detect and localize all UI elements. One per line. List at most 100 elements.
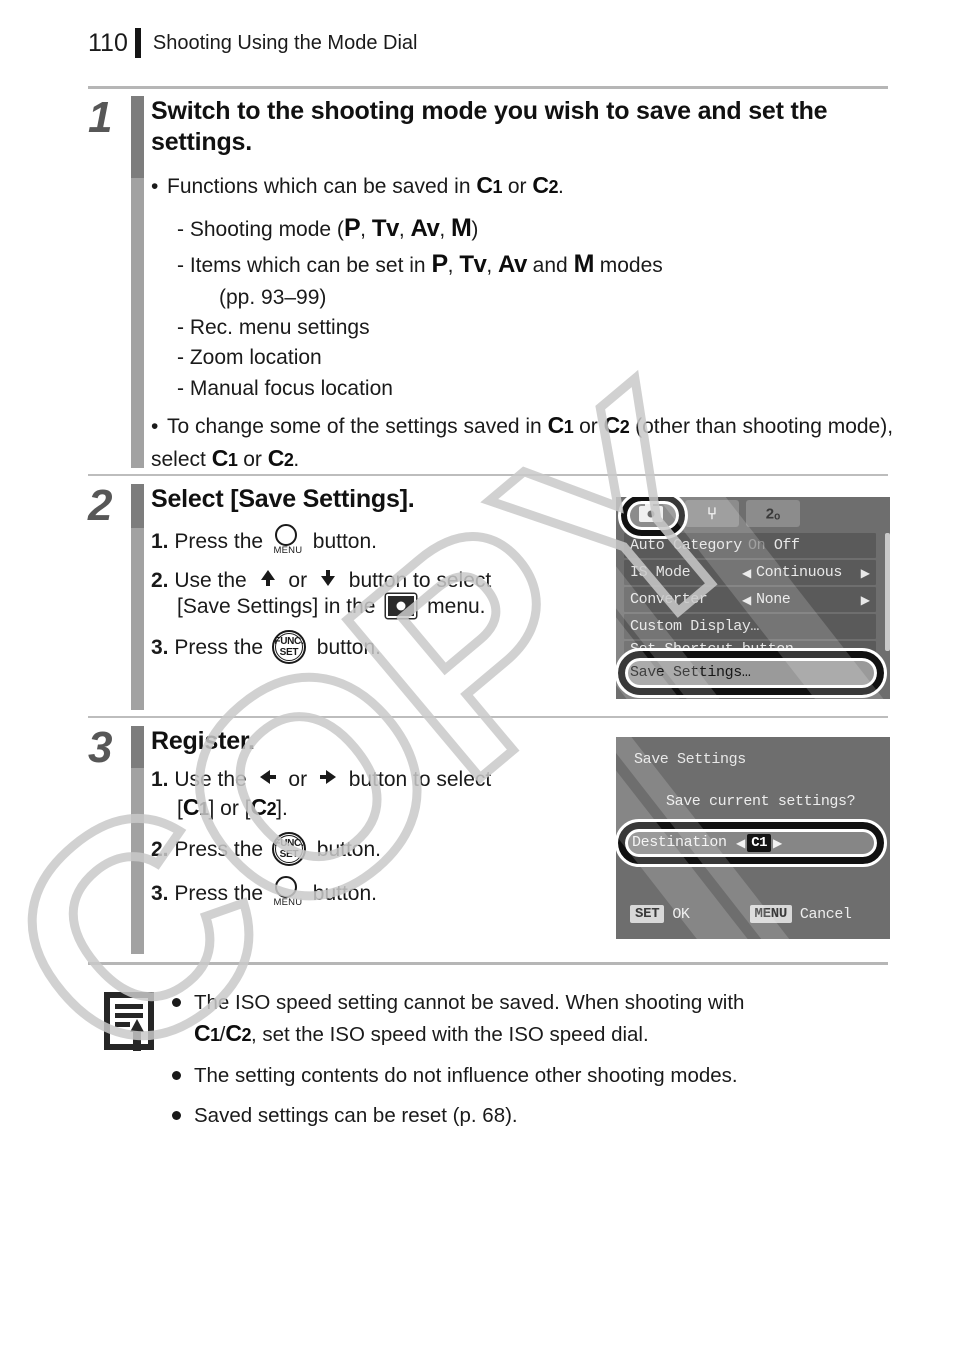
mode-av-glyph-2: Av (498, 251, 527, 279)
page-number: 110 (88, 28, 128, 57)
mode-c2-glyph: C2 (532, 172, 559, 198)
step-1-bar (131, 96, 144, 468)
dash-1-pre: Shooting mode ( (189, 217, 344, 241)
sub-3-post: button. (316, 636, 381, 660)
note-item-2: The setting contents do not influence ot… (170, 1061, 894, 1090)
arrow-left-icon (259, 769, 276, 784)
menu-button-icon: MENU (271, 523, 305, 558)
func-set-button-icon-2: FUNC. SET (271, 831, 309, 867)
menu-icon-label: MENU (273, 897, 303, 909)
dash-2-pre: Items which can be set in (189, 254, 426, 278)
func-set-button-icon: FUNC. SET (271, 629, 309, 665)
sub-1-pre: Use the (174, 767, 247, 791)
comma-1: , (360, 217, 366, 241)
arrow-right-icon (319, 769, 336, 784)
manual-page: 110 Shooting Using the Mode Dial 1 Switc… (0, 0, 954, 1345)
sub-2-cont-a: [Save Settings] in the (177, 594, 376, 618)
mode-c1-glyph: C1 (476, 172, 502, 198)
bullet-2-or: or (579, 414, 598, 438)
sub-1-bracket-mid: ] or [ (208, 796, 251, 820)
header-divider-bar (134, 28, 141, 58)
step-2-number: 2 (88, 481, 113, 530)
bullet-2-or2: or (243, 447, 262, 471)
rule-step2-step3 (88, 716, 888, 718)
note-3-text: Saved settings can be reset (p. 68). (194, 1103, 518, 1127)
note-item-3: Saved settings can be reset (p. 68). (170, 1101, 894, 1130)
row-value: None (756, 591, 791, 608)
sub-1-number: 1. (151, 529, 169, 553)
mode-c2-glyph-2: C2 (603, 411, 630, 438)
mode-m-glyph: M (451, 213, 472, 242)
func-icon-line2: SET (279, 849, 299, 861)
note-memo-icon (104, 992, 154, 1051)
sub-3-post: button. (312, 882, 377, 906)
sub-2-pre: Press the (174, 838, 264, 862)
mycamera-icon: 2ₒ (765, 505, 781, 522)
rule-top (88, 86, 888, 89)
step-1-bullet-1: • Functions which can be saved in C1 or C… (151, 172, 564, 198)
lcd-tools-tab[interactable]: ⑂ (685, 500, 739, 527)
comma-2: , (398, 217, 405, 241)
step-2-bar (131, 484, 144, 710)
mode-av-glyph: Av (410, 214, 440, 242)
row-value-on: On (748, 537, 766, 554)
wrench-icon: ⑂ (706, 503, 718, 523)
lcd-row-is-mode[interactable]: IS Mode ◀ Continuous ▶ (624, 560, 876, 585)
note-item-1: The ISO speed setting cannot be saved. W… (170, 988, 894, 1050)
menu-keycap: MENU (749, 905, 792, 923)
mode-p-glyph-2: P (431, 250, 448, 279)
sub-2-number: 2. (151, 838, 169, 862)
dash-4-text: Zoom location (189, 346, 322, 370)
func-icon-line2: SET (279, 647, 299, 659)
dialog-question: Save current settings? (666, 793, 856, 810)
rule-step1-step2 (88, 474, 888, 476)
mode-c1-glyph-2: C1 (547, 411, 574, 438)
mode-c1-glyph-5: C1 (194, 1020, 220, 1047)
sub-1-bracket-close: ]. (276, 796, 288, 820)
bullet-2-end: . (293, 447, 300, 471)
bullet-1-pre: Functions which can be saved in (167, 175, 471, 198)
menu-button-icon-2: MENU (271, 876, 305, 910)
mode-tv-glyph-2: Tv (459, 251, 487, 279)
dash-2-pages: (pp. 93–99) (219, 285, 327, 309)
step-1: 1 Switch to the shooting mode you wish t… (88, 96, 894, 474)
row-caret-right-icon: ▶ (860, 592, 870, 607)
sub-2-pre: Use the (174, 568, 247, 592)
sub-1-number: 1. (151, 767, 169, 791)
lcd-row-converter[interactable]: Converter ◀ None ▶ (624, 587, 876, 612)
step-1-dash-3: - Rec. menu settings (177, 316, 370, 340)
sub-3-number: 3. (151, 882, 169, 906)
sub-2-or: or (288, 568, 308, 592)
set-keycap: SET (630, 905, 665, 923)
sub-1-pre: Press the (174, 529, 264, 553)
comma-3: , (439, 217, 446, 241)
camera-menu-icon (386, 593, 417, 618)
mode-c1-glyph-4: C1 (182, 793, 209, 820)
sub-1-post: button. (312, 529, 377, 553)
step-1-dash-1: - Shooting mode (P, Tv, Av, M) (177, 213, 479, 242)
mode-c1-glyph-3: C1 (211, 444, 238, 471)
row-value: On Off (748, 537, 800, 554)
step-1-dash-5: - Manual focus location (177, 376, 393, 400)
highlight-ellipse-save-settings (616, 648, 887, 698)
lcd-row-auto-category[interactable]: Auto Category On Off (624, 533, 876, 558)
bullet-2-pre: To change some of the settings saved in (167, 414, 542, 438)
lcd-mycamera-tab[interactable]: 2ₒ (746, 500, 800, 527)
sub-2-number: 2. (151, 568, 169, 592)
step-3-bar (131, 726, 144, 954)
dash-2-end: modes (599, 254, 663, 278)
mode-m-glyph-2: M (573, 250, 595, 279)
mode-tv-glyph: Tv (371, 214, 400, 242)
dash-1-end: ) (471, 217, 479, 241)
row-key: Auto Category (630, 537, 742, 554)
note-1-text-b: , set the ISO speed with the ISO speed d… (250, 1023, 649, 1047)
lcd-dialog-screenshot: Save Settings Save current settings? Des… (616, 737, 890, 939)
page-title: Shooting Using the Mode Dial (152, 31, 418, 54)
lcd-row-custom-display[interactable]: Custom Display… (624, 614, 876, 639)
arrow-down-icon (320, 569, 335, 586)
note-1-text-a: The ISO speed setting cannot be saved. W… (194, 991, 745, 1014)
lcd-scrollbar[interactable] (885, 533, 890, 651)
row-caret-left-icon: ◀ (742, 565, 752, 580)
row-key: Custom Display… (630, 618, 760, 635)
arrow-up-icon (260, 569, 275, 586)
